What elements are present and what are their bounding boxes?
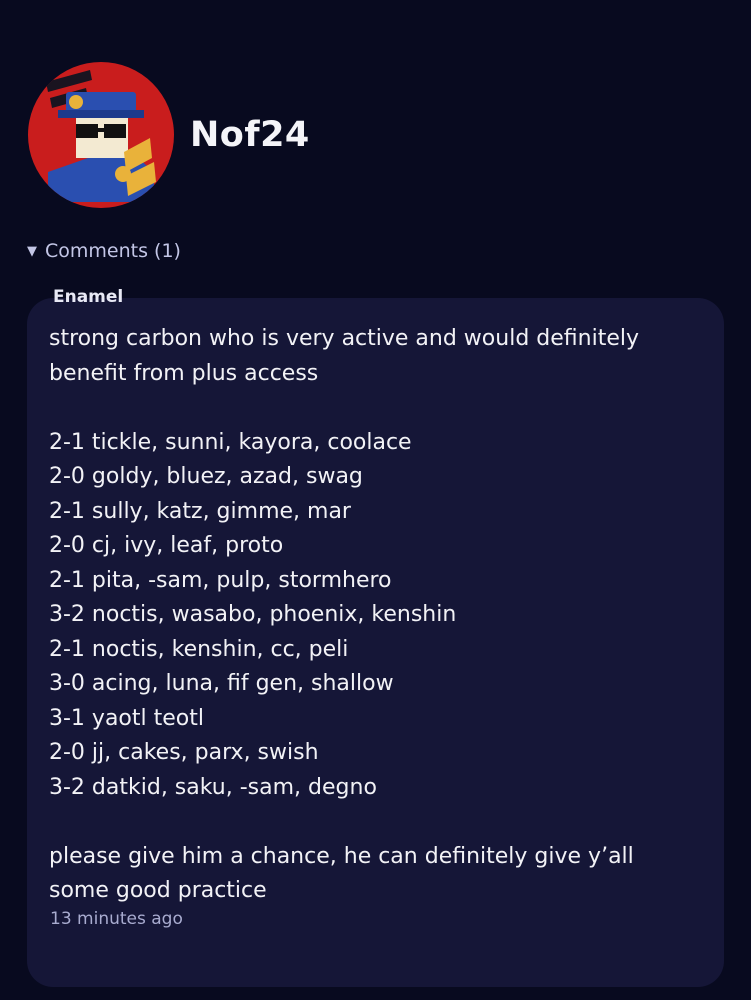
result-line: 2-0 goldy, bluez, azad, swag: [49, 464, 363, 489]
result-line: 2-1 noctis, kenshin, cc, peli: [49, 636, 349, 662]
caret-down-icon: ▼: [27, 243, 37, 259]
profile-page: Nof24 ▼ Comments (1) Enamel strong carbo…: [0, 0, 751, 1000]
comment-line: some good practice: [49, 878, 267, 903]
result-line: 2-1 pita, -sam, pulp, stormhero: [49, 567, 392, 593]
comment-timestamp: 13 minutes ago: [50, 909, 183, 929]
result-line: 3-2 noctis, wasabo, phoenix, kenshin: [49, 602, 457, 627]
result-line: 3-1 yaotl teotl: [49, 705, 204, 731]
avatar-character-icon: [28, 62, 174, 208]
result-line: 2-0 cj, ivy, leaf, proto: [49, 533, 284, 558]
comment-line: benefit from plus access: [49, 360, 319, 386]
result-line: 3-0 acing, luna, fif gen, shallow: [49, 671, 394, 696]
comment-line: please give him a chance, he can definit…: [49, 843, 634, 869]
comment-body: strong carbon who is very active and wou…: [49, 322, 709, 909]
avatar[interactable]: [28, 62, 174, 208]
result-line: 2-1 tickle, sunni, kayora, coolace: [49, 429, 412, 455]
comments-toggle-label: Comments (1): [45, 240, 181, 262]
username: Nof24: [190, 115, 310, 155]
result-line: 3-2 datkid, saku, -sam, degno: [49, 774, 377, 800]
profile-header: Nof24: [28, 62, 310, 208]
result-line: 2-0 jj, cakes, parx, swish: [49, 740, 319, 765]
result-line: 2-1 sully, katz, gimme, mar: [49, 498, 351, 524]
comment-line: strong carbon who is very active and wou…: [49, 326, 639, 351]
comments-toggle[interactable]: ▼ Comments (1): [27, 240, 181, 262]
comment-author[interactable]: Enamel: [53, 287, 123, 307]
